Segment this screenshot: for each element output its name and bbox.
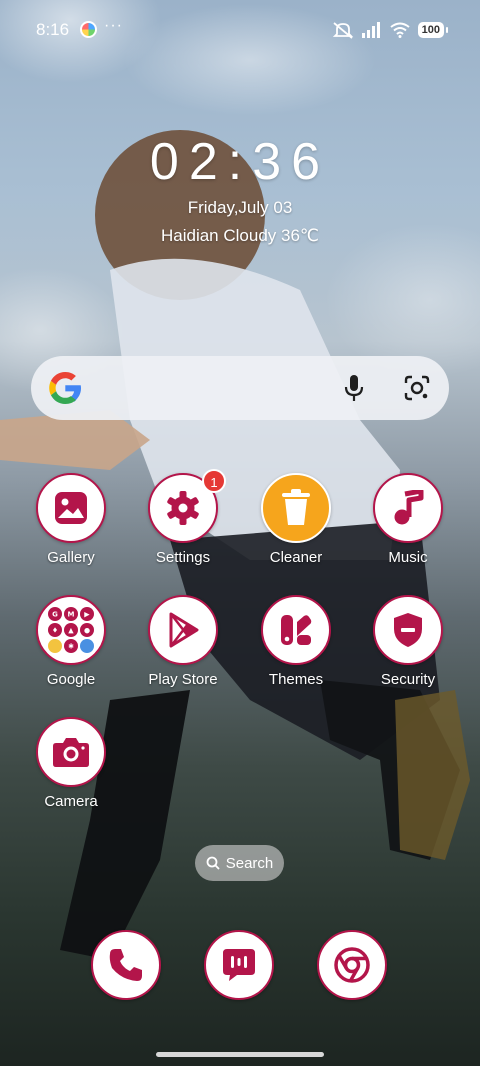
folder-icon[interactable]: G M ▶ ♦ ▲ ● ✱: [36, 595, 106, 665]
app-label: Settings: [155, 549, 211, 566]
app-gallery[interactable]: Gallery: [16, 473, 126, 566]
app-camera[interactable]: Camera: [16, 717, 126, 810]
svg-text:G: G: [52, 611, 58, 619]
svg-text:▲: ▲: [68, 627, 74, 635]
app-label: Gallery: [47, 549, 95, 566]
battery-icon: 100: [417, 22, 449, 38]
notification-badge: 1: [202, 469, 226, 493]
svg-text:●: ●: [84, 627, 90, 635]
clock-time[interactable]: 02:36: [0, 132, 480, 192]
app-label: Music: [388, 549, 428, 566]
microphone-icon[interactable]: [343, 374, 365, 402]
app-label: Camera: [44, 793, 98, 810]
play-store-icon[interactable]: [148, 595, 218, 665]
messages-icon: [223, 949, 255, 981]
status-bar: 8:16 ··· 100: [0, 0, 480, 62]
svg-text:✱: ✱: [68, 643, 74, 651]
svg-text:M: M: [68, 611, 75, 619]
search-icon: [206, 856, 220, 870]
clock-weather-widget[interactable]: 02:36 Friday,July 03 Haidian Cloudy 36℃: [0, 132, 480, 246]
app-label: Google: [46, 671, 96, 688]
chrome-icon: [334, 947, 370, 983]
app-play-store[interactable]: Play Store: [128, 595, 238, 688]
trash-icon[interactable]: [261, 473, 331, 543]
home-indicator[interactable]: [156, 1052, 324, 1057]
music-note-icon[interactable]: [373, 473, 443, 543]
gear-icon[interactable]: 1: [148, 469, 226, 543]
cellular-signal-icon: [361, 22, 380, 38]
app-google-folder[interactable]: G M ▶ ♦ ▲ ● ✱ Google: [16, 595, 126, 688]
app-notification-icon: [80, 21, 97, 38]
app-cleaner[interactable]: Cleaner: [241, 473, 351, 566]
dock-phone[interactable]: [91, 930, 161, 1000]
gallery-icon[interactable]: [36, 473, 106, 543]
silent-mode-icon: [332, 22, 353, 39]
app-label: Themes: [268, 671, 324, 688]
svg-text:▶: ▶: [84, 611, 90, 619]
wifi-icon: [390, 22, 410, 38]
camera-icon[interactable]: [36, 717, 106, 787]
shield-icon[interactable]: [373, 595, 443, 665]
app-settings[interactable]: 1 Settings: [128, 469, 238, 566]
themes-icon[interactable]: [261, 595, 331, 665]
app-search-button[interactable]: Search: [195, 845, 284, 881]
svg-text:♦: ♦: [52, 627, 58, 635]
app-label: Security: [380, 671, 436, 688]
google-g-icon: [49, 372, 81, 404]
dock-messages[interactable]: [204, 930, 274, 1000]
search-label: Search: [225, 854, 274, 872]
google-search-bar[interactable]: [31, 356, 449, 420]
google-lens-icon[interactable]: [403, 374, 431, 402]
clock-date: Friday,July 03: [187, 198, 293, 217]
app-label: Play Store: [148, 671, 218, 688]
app-label: Cleaner: [269, 549, 323, 566]
phone-icon: [109, 949, 142, 981]
app-security[interactable]: Security: [353, 595, 463, 688]
app-music[interactable]: Music: [353, 473, 463, 566]
dock-chrome[interactable]: [317, 930, 387, 1000]
status-time: 8:16: [36, 20, 70, 39]
more-notifications-icon: ···: [104, 17, 123, 34]
app-themes[interactable]: Themes: [241, 595, 351, 688]
weather-text[interactable]: Haidian Cloudy 36℃: [0, 226, 480, 246]
